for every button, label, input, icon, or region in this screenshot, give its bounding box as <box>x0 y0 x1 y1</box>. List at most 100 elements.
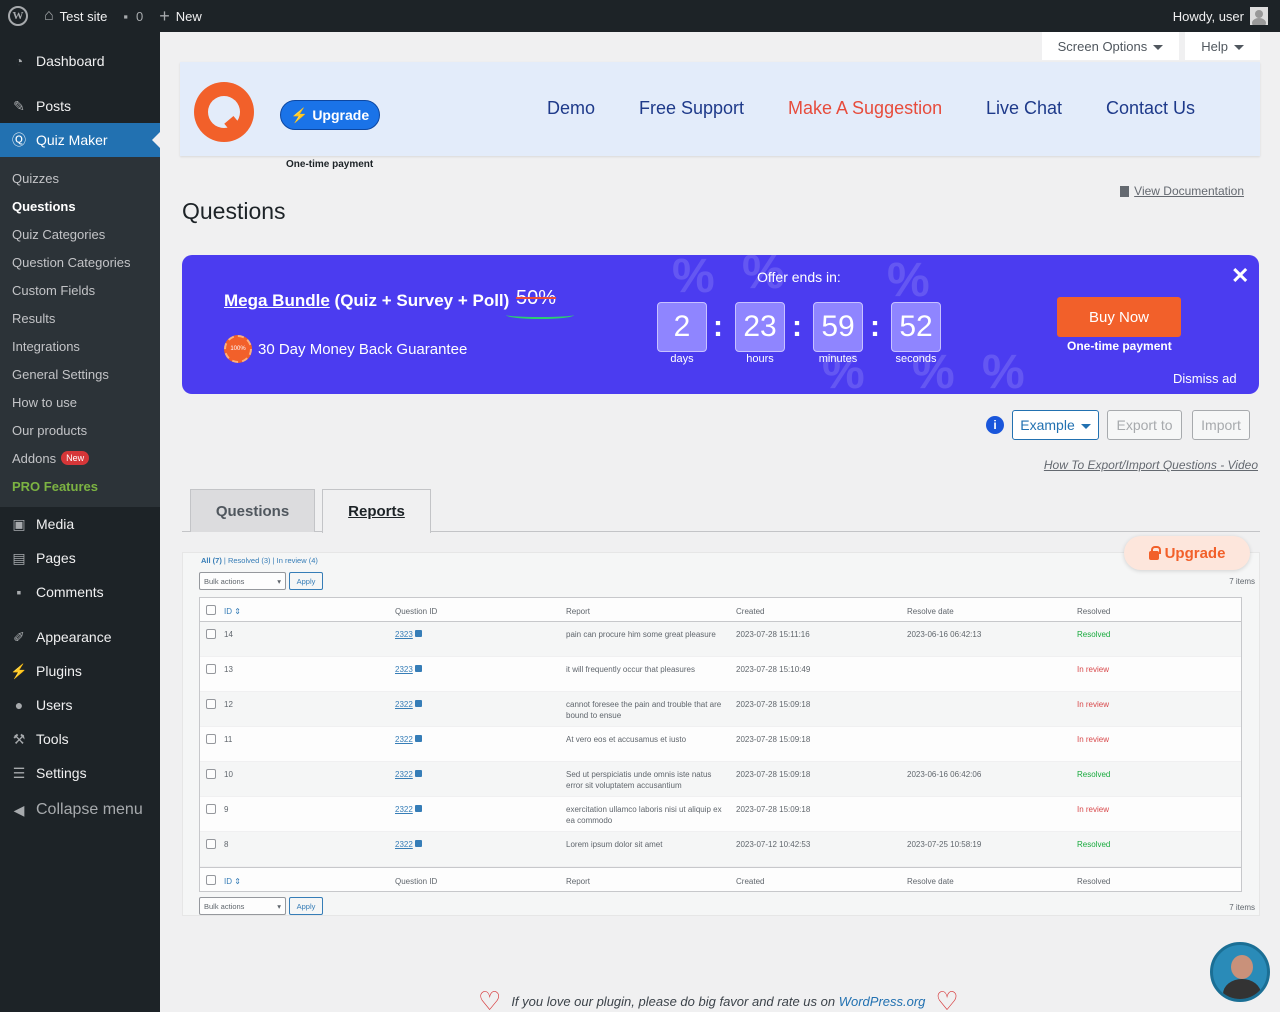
question-id-link[interactable]: 2322 <box>395 700 413 709</box>
buy-now-button[interactable]: Buy Now <box>1057 297 1181 337</box>
user-icon: ● <box>14 697 24 713</box>
submenu-question-categories[interactable]: Question Categories <box>0 248 160 276</box>
help-button[interactable]: Help <box>1185 32 1260 60</box>
submenu-custom-fields[interactable]: Custom Fields <box>0 276 160 304</box>
edit-icon[interactable] <box>414 700 422 707</box>
row-id: 11 <box>224 735 233 744</box>
quiz-maker-logo[interactable] <box>194 82 254 142</box>
menu-dashboard[interactable]: ◔ Dashboard <box>0 44 160 78</box>
report-text: exercitation ullamco laboris nisi ut ali… <box>566 805 722 825</box>
example-dropdown[interactable]: Example <box>1012 410 1099 440</box>
row-checkbox[interactable] <box>206 629 216 639</box>
tab-reports[interactable]: Reports <box>322 489 431 533</box>
nav-live-chat[interactable]: Live Chat <box>986 98 1062 119</box>
question-id-link[interactable]: 2322 <box>395 805 413 814</box>
column-id[interactable]: ID ⇕ <box>224 876 241 887</box>
apply-button[interactable]: Apply <box>289 572 323 590</box>
my-account-link[interactable]: Howdy, user <box>1173 7 1280 25</box>
edit-icon[interactable] <box>414 735 422 742</box>
submenu-quizzes[interactable]: Quizzes <box>0 164 160 192</box>
apply-button-bottom[interactable]: Apply <box>289 897 323 915</box>
nav-demo[interactable]: Demo <box>547 98 595 119</box>
row-checkbox[interactable] <box>206 699 216 709</box>
row-checkbox[interactable] <box>206 839 216 849</box>
submenu-how-to-use[interactable]: How to use <box>0 388 160 416</box>
menu-media[interactable]: ▣ Media <box>0 507 160 541</box>
question-id-link[interactable]: 2323 <box>395 665 413 674</box>
row-checkbox[interactable] <box>206 664 216 674</box>
submenu-results[interactable]: Results <box>0 304 160 332</box>
nav-contact-us[interactable]: Contact Us <box>1106 98 1195 119</box>
nav-free-support[interactable]: Free Support <box>639 98 744 119</box>
screen-options-button[interactable]: Screen Options <box>1041 32 1180 60</box>
status-badge: In review <box>1077 735 1110 744</box>
column-resolved: Resolved <box>1077 607 1111 616</box>
menu-pages[interactable]: ▤ Pages <box>0 541 160 575</box>
question-id-link[interactable]: 2322 <box>395 770 413 779</box>
submenu-pro-features[interactable]: PRO Features <box>0 472 160 500</box>
menu-plugins[interactable]: ⚡ Plugins <box>0 654 160 688</box>
submenu-our-products[interactable]: Our products <box>0 416 160 444</box>
menu-users[interactable]: ● Users <box>0 688 160 722</box>
live-chat-avatar-button[interactable] <box>1210 942 1270 1002</box>
view-documentation-link[interactable]: View Documentation <box>1120 184 1244 198</box>
row-checkbox[interactable] <box>206 769 216 779</box>
close-icon[interactable]: ✕ <box>1231 263 1249 289</box>
table-row: 10 2322 Sed ut perspiciatis unde omnis ist… <box>200 762 1241 797</box>
question-id-link[interactable]: 2323 <box>395 630 413 639</box>
media-icon: ▣ <box>12 515 26 532</box>
info-icon[interactable]: i <box>986 416 1004 434</box>
edit-icon[interactable] <box>414 805 422 812</box>
select-all-checkbox[interactable] <box>206 605 216 615</box>
edit-icon[interactable] <box>414 770 422 777</box>
edit-icon[interactable] <box>414 630 422 637</box>
submenu-general-settings[interactable]: General Settings <box>0 360 160 388</box>
select-all-checkbox[interactable] <box>206 875 216 885</box>
new-content-link[interactable]: + New <box>151 0 210 32</box>
menu-settings[interactable]: ☰ Settings <box>0 756 160 790</box>
menu-quiz-maker[interactable]: Ⓠ Quiz Maker <box>0 123 160 157</box>
dismiss-ad-link[interactable]: Dismiss ad <box>1173 371 1237 386</box>
mega-bundle-link[interactable]: Mega Bundle <box>224 291 330 310</box>
question-id-link[interactable]: 2322 <box>395 840 413 849</box>
menu-comments[interactable]: ▪ Comments <box>0 575 160 609</box>
wordpress-org-link[interactable]: WordPress.org <box>839 994 926 1009</box>
money-back-guarantee: 100% 30 Day Money Back Guarantee <box>224 335 467 363</box>
upgrade-pro-button[interactable]: Upgrade <box>1124 536 1250 570</box>
admin-bar: W ⌂ Test site ▪ 0 + New Howdy, user <box>0 0 1280 32</box>
table-row: 13 2323 it will frequently occur that plea… <box>200 657 1241 692</box>
comments-link[interactable]: ▪ 0 <box>115 0 151 32</box>
bulk-actions-select-bottom[interactable]: Bulk actions ▾ <box>199 897 286 915</box>
wordpress-logo-icon[interactable]: W <box>0 0 36 32</box>
column-id[interactable]: ID ⇕ <box>224 606 241 617</box>
filter-all[interactable]: All (7) <box>201 556 222 565</box>
row-checkbox[interactable] <box>206 734 216 744</box>
nav-make-suggestion[interactable]: Make A Suggestion <box>788 98 942 119</box>
menu-collapse[interactable]: ◀ Collapse menu <box>0 790 160 830</box>
menu-tools[interactable]: ⚒ Tools <box>0 722 160 756</box>
question-id-link[interactable]: 2322 <box>395 735 413 744</box>
export-to-button[interactable]: Export to <box>1107 410 1182 440</box>
row-id: 9 <box>224 805 229 814</box>
edit-icon[interactable] <box>414 840 422 847</box>
menu-posts[interactable]: ✎ Posts <box>0 89 160 123</box>
submenu-questions[interactable]: Questions <box>0 192 160 220</box>
site-name-link[interactable]: ⌂ Test site <box>36 0 115 32</box>
document-icon <box>1120 185 1130 197</box>
created-date: 2023-07-12 10:42:53 <box>736 840 811 849</box>
tab-questions[interactable]: Questions <box>190 489 315 532</box>
submenu-integrations[interactable]: Integrations <box>0 332 160 360</box>
table-row: 9 2322 exercitation ullamco laboris nisi u… <box>200 797 1241 832</box>
filter-resolved[interactable]: Resolved (3) <box>228 556 271 565</box>
menu-appearance[interactable]: ✐ Appearance <box>0 620 160 654</box>
countdown-separator: : <box>792 310 802 343</box>
submenu-addons[interactable]: Addons New <box>0 444 160 472</box>
filter-in-review[interactable]: In review (4) <box>277 556 318 565</box>
import-button[interactable]: Import <box>1192 410 1250 440</box>
row-checkbox[interactable] <box>206 804 216 814</box>
howto-video-link[interactable]: How To Export/Import Questions - Video <box>1044 458 1258 472</box>
submenu-quiz-categories[interactable]: Quiz Categories <box>0 220 160 248</box>
bulk-actions-select[interactable]: Bulk actions ▾ <box>199 572 286 590</box>
edit-icon[interactable] <box>414 665 422 672</box>
upgrade-button[interactable]: ⚡ Upgrade <box>280 100 380 130</box>
